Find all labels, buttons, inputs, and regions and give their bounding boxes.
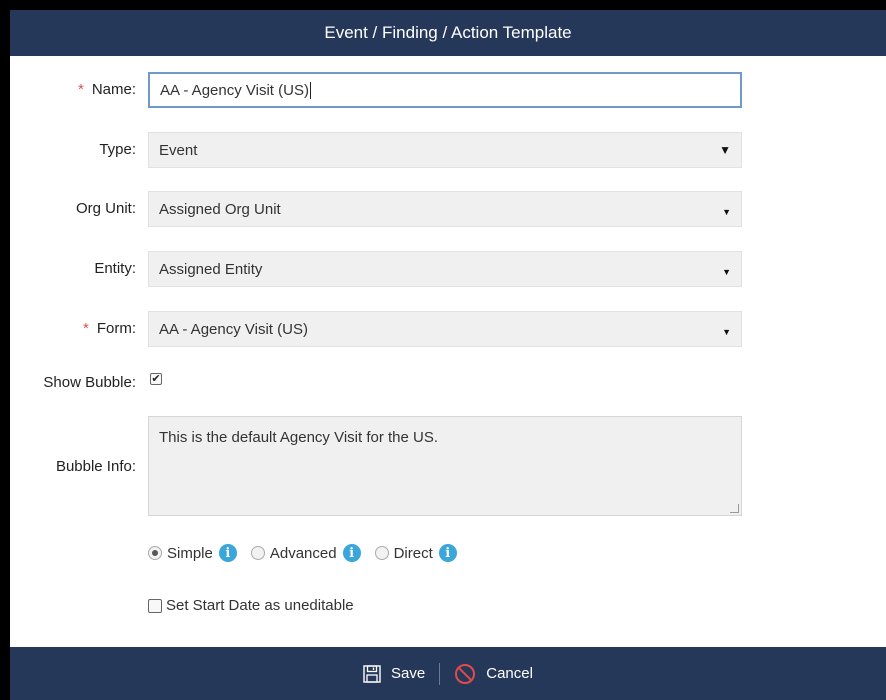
org-unit-select[interactable]: Assigned Org Unit ▼ xyxy=(148,191,742,227)
cancel-button[interactable]: Cancel xyxy=(454,663,533,685)
form-label: * Form: xyxy=(82,320,136,337)
caret-down-icon: ▼ xyxy=(722,327,731,338)
entity-select-value: Assigned Entity xyxy=(159,260,263,278)
form-select[interactable]: AA - Agency Visit (US) ▼ xyxy=(148,311,742,347)
type-row: Type: Event ▼ xyxy=(10,132,886,168)
caret-down-icon: ▼ xyxy=(722,267,731,278)
mode-option-label: Simple xyxy=(167,544,213,562)
org-unit-row: Org Unit: Assigned Org Unit ▼ xyxy=(10,191,886,227)
type-select-value: Event xyxy=(159,141,198,159)
cancel-label: Cancel xyxy=(486,665,533,682)
required-marker: * xyxy=(82,320,89,337)
bubble-info-label: Bubble Info: xyxy=(55,458,136,475)
form-select-value: AA - Agency Visit (US) xyxy=(159,320,308,338)
name-row: * Name: AA - Agency Visit (US) xyxy=(10,72,886,108)
start-date-label: Set Start Date as uneditable xyxy=(166,597,354,614)
mode-option-simple[interactable]: Simple i xyxy=(148,544,237,562)
save-icon xyxy=(363,664,381,683)
type-select[interactable]: Event ▼ xyxy=(148,132,742,168)
start-date-checkbox[interactable] xyxy=(148,599,162,613)
bubble-info-textarea[interactable]: This is the default Agency Visit for the… xyxy=(148,416,742,516)
radio-button[interactable] xyxy=(250,546,265,560)
radio-button-selected[interactable] xyxy=(148,546,162,560)
dialog-header: Event / Finding / Action Template xyxy=(10,10,886,56)
org-unit-label: Org Unit: xyxy=(75,200,136,217)
mode-option-label: Direct xyxy=(393,544,433,562)
footer-divider xyxy=(439,662,441,685)
mode-option-advanced[interactable]: Advanced i xyxy=(250,544,361,562)
name-input-value: AA - Agency Visit (US) xyxy=(160,81,311,99)
dialog-footer: Save Cancel xyxy=(10,647,886,700)
form-row: * Form: AA - Agency Visit (US) ▼ xyxy=(10,311,886,347)
template-dialog: Event / Finding / Action Template * Name:… xyxy=(10,10,886,700)
name-label: * Name: xyxy=(77,81,136,98)
show-bubble-checkbox[interactable]: ✔ xyxy=(150,373,162,385)
bubble-info-text: This is the default Agency Visit for the… xyxy=(159,429,439,446)
radio-button[interactable] xyxy=(374,546,389,560)
cancel-icon xyxy=(455,663,476,684)
triangle-down-icon: ▼ xyxy=(719,143,731,157)
org-unit-select-value: Assigned Org Unit xyxy=(159,200,281,218)
entity-label: Entity: xyxy=(94,260,136,277)
type-label: Type: xyxy=(99,141,136,158)
entity-select[interactable]: Assigned Entity ▼ xyxy=(148,251,742,287)
required-marker: * xyxy=(77,81,84,98)
name-input[interactable]: AA - Agency Visit (US) xyxy=(148,72,742,108)
entity-row: Entity: Assigned Entity ▼ xyxy=(10,251,886,287)
mode-option-direct[interactable]: Direct i xyxy=(374,544,457,562)
dialog-title: Event / Finding / Action Template xyxy=(324,23,572,42)
show-bubble-label: Show Bubble: xyxy=(43,374,136,391)
info-icon[interactable]: i xyxy=(438,544,457,562)
mode-radio-group: Simple i Advanced i Direct i xyxy=(148,542,471,564)
show-bubble-row: Show Bubble: ✔ xyxy=(10,370,886,392)
info-icon[interactable]: i xyxy=(342,544,361,562)
start-date-row: Set Start Date as uneditable xyxy=(10,595,886,617)
mode-option-label: Advanced xyxy=(269,544,337,562)
save-label: Save xyxy=(391,665,426,682)
resize-handle-icon[interactable] xyxy=(730,504,739,513)
info-icon[interactable]: i xyxy=(218,544,237,562)
save-button[interactable]: Save xyxy=(363,664,426,683)
caret-down-icon: ▼ xyxy=(722,207,731,218)
